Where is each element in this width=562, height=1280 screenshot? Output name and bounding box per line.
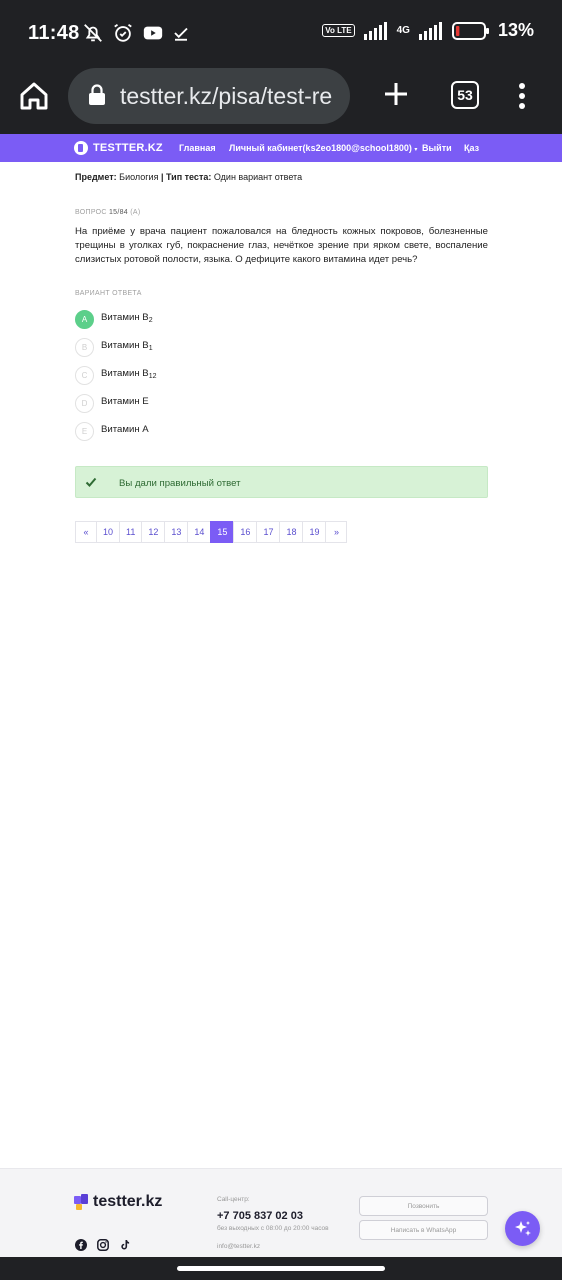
- done-check-icon: [174, 27, 188, 41]
- option-subscript: 1: [148, 345, 153, 352]
- call-button[interactable]: Позвонить: [359, 1196, 488, 1216]
- battery-icon: [451, 21, 489, 40]
- footer-phone[interactable]: +7 705 837 02 03: [217, 1210, 303, 1222]
- option-subscript: 2: [148, 317, 153, 324]
- pagination-page[interactable]: 15: [210, 521, 235, 543]
- more-menu-icon[interactable]: [516, 82, 528, 110]
- test-type-value: Один вариант ответа: [213, 172, 303, 182]
- answer-option-d[interactable]: D Витамин E: [75, 394, 275, 414]
- status-notification-icons: [82, 22, 190, 44]
- nav-logout-link[interactable]: Выйти: [422, 143, 452, 153]
- answer-option-a[interactable]: A Витамин B2: [75, 310, 275, 330]
- footer-logo[interactable]: testter.kz: [74, 1193, 162, 1211]
- battery-percent: 13%: [497, 20, 534, 40]
- home-icon[interactable]: [18, 80, 50, 112]
- question-text: На приёме у врача пациент пожаловался на…: [75, 226, 488, 266]
- subject-label: Предмет:: [75, 172, 117, 182]
- site-logo-icon[interactable]: [74, 141, 88, 155]
- pagination-page[interactable]: 10: [96, 521, 121, 543]
- option-label: Витамин B1: [101, 340, 153, 352]
- option-text: Витамин B: [101, 340, 149, 351]
- option-letter-circle[interactable]: A: [75, 310, 94, 329]
- option-label: Витамин B2: [101, 312, 153, 324]
- browser-toolbar: testter.kz/pisa/test-re 53: [0, 66, 562, 134]
- youtube-icon: [143, 26, 163, 40]
- answer-option-b[interactable]: B Витамин B1: [75, 338, 275, 358]
- option-label: Витамин B12: [101, 368, 157, 380]
- option-letter-circle[interactable]: D: [75, 394, 94, 413]
- tiktok-icon[interactable]: [119, 1239, 131, 1251]
- nav-language-link[interactable]: Қаз: [464, 143, 479, 153]
- call-center-label: Call-центр:: [217, 1196, 250, 1203]
- result-alert-text: Вы дали правильный ответ: [119, 478, 241, 489]
- answer-option-c[interactable]: C Витамин B12: [75, 366, 275, 386]
- test-meta: Предмет: Биология | Тип теста: Один вари…: [75, 172, 302, 182]
- pagination-prev[interactable]: «: [75, 521, 97, 543]
- footer-logo-text: testter.kz: [93, 1193, 163, 1210]
- nav-cabinet-label: Личный кабинет(ks2eo1800@school1800): [229, 143, 412, 153]
- pagination-page[interactable]: 19: [302, 521, 327, 543]
- option-text: Витамин B: [101, 368, 149, 379]
- footer-email[interactable]: info@testter.kz: [217, 1243, 260, 1250]
- site-navbar: TESTTER.KZ Главная Личный кабинет(ks2eo1…: [0, 134, 562, 162]
- gesture-handle[interactable]: [177, 1266, 385, 1271]
- volte-badge: Vo LTE: [322, 24, 355, 37]
- question-number: ВОПРОС 15/84 (A): [75, 209, 141, 216]
- footer-logo-icon: [74, 1194, 88, 1210]
- result-alert: Вы дали правильный ответ: [75, 466, 488, 498]
- question-tag: (A): [130, 209, 141, 216]
- option-subscript: 12: [148, 373, 157, 380]
- nav-cabinet-dropdown[interactable]: Личный кабинет(ks2eo1800@school1800) ▾: [229, 143, 417, 153]
- caret-down-icon: ▾: [414, 147, 418, 153]
- pagination-page[interactable]: 12: [141, 521, 166, 543]
- pagination-page[interactable]: 17: [256, 521, 281, 543]
- pagination-next[interactable]: »: [325, 521, 348, 543]
- option-letter-circle[interactable]: C: [75, 366, 94, 385]
- signal-icon-2: [418, 21, 442, 40]
- whatsapp-button[interactable]: Написать в WhatsApp: [359, 1220, 488, 1240]
- url-text[interactable]: testter.kz/pisa/test-re: [120, 83, 332, 110]
- subject-value: Биология: [119, 172, 159, 182]
- question-pagination: « 10 11 12 13 14 15 16 17 18 19 »: [75, 521, 348, 543]
- answers-heading: ВАРИАНТ ОТВЕТА: [75, 290, 142, 297]
- address-bar[interactable]: testter.kz/pisa/test-re: [68, 68, 350, 124]
- status-time: 11:48: [28, 22, 80, 44]
- pagination-page[interactable]: 18: [279, 521, 304, 543]
- site-logo-text[interactable]: TESTTER.KZ: [93, 142, 163, 154]
- facebook-icon[interactable]: [75, 1239, 87, 1251]
- option-text: Витамин A: [101, 424, 149, 435]
- new-tab-plus-icon[interactable]: [382, 80, 410, 108]
- instagram-icon[interactable]: [97, 1239, 109, 1251]
- answer-option-e[interactable]: E Витамин A: [75, 422, 275, 442]
- option-text: Витамин B: [101, 312, 149, 323]
- signal-icon-1: [363, 21, 387, 40]
- sparkle-icon: [514, 1220, 531, 1236]
- status-system-icons: Vo LTE 4G 13%: [322, 20, 534, 41]
- meta-separator: |: [160, 172, 164, 182]
- ai-assistant-button[interactable]: [505, 1211, 540, 1246]
- pagination-page[interactable]: 14: [187, 521, 212, 543]
- alarm-check-icon: [114, 23, 132, 42]
- option-label: Витамин E: [101, 396, 149, 408]
- pagination-page[interactable]: 16: [233, 521, 258, 543]
- question-number-prefix: ВОПРОС: [75, 209, 107, 216]
- bell-off-icon: [84, 24, 102, 42]
- lock-icon[interactable]: [88, 84, 106, 106]
- nav-home-link[interactable]: Главная: [179, 143, 216, 153]
- question-number-value: 15/84: [108, 209, 129, 216]
- test-type-label: Тип теста:: [166, 172, 212, 182]
- option-letter-circle[interactable]: B: [75, 338, 94, 357]
- option-text: Витамин E: [101, 396, 149, 407]
- option-letter-circle[interactable]: E: [75, 422, 94, 441]
- status-bar: 11:48 Vo LTE 4G 13%: [0, 0, 562, 66]
- footer-hours: без выходных с 08:00 до 20:00 часов: [217, 1225, 329, 1232]
- check-icon: [85, 477, 97, 487]
- network-type: 4G: [396, 25, 410, 36]
- social-links: [75, 1239, 131, 1251]
- tab-switcher-button[interactable]: 53: [451, 81, 479, 109]
- pagination-page[interactable]: 11: [119, 521, 143, 543]
- option-label: Витамин A: [101, 424, 149, 436]
- pagination-page[interactable]: 13: [164, 521, 189, 543]
